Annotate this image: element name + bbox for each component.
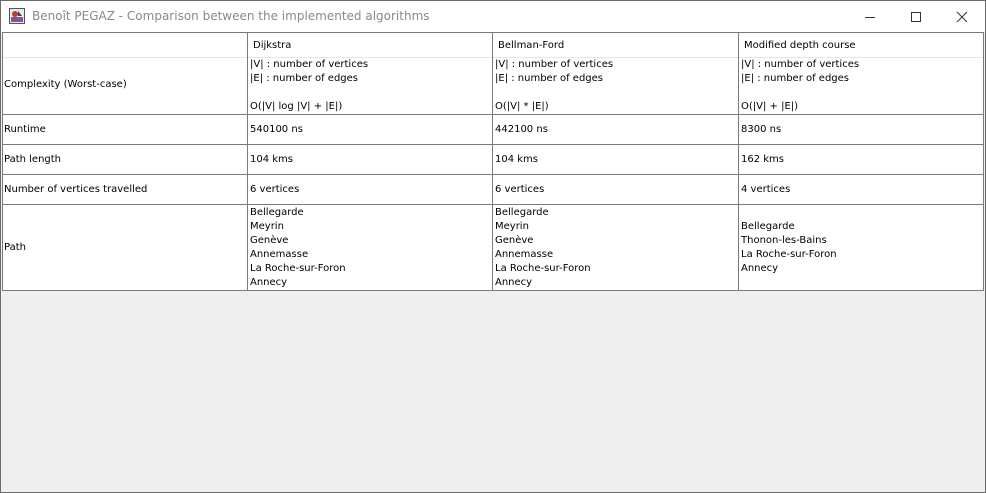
- path-step: Annecy: [495, 277, 533, 288]
- path-step: Genève: [495, 235, 534, 246]
- cell-line: |V| : number of vertices: [495, 59, 614, 70]
- table-cell-path-length-bellman-ford[interactable]: 104 kms: [493, 153, 738, 169]
- cell-line: |E| : number of edges: [495, 73, 604, 84]
- minimize-icon: [865, 16, 875, 18]
- maximize-icon: [911, 11, 921, 22]
- table-cell-path-bellman-ford[interactable]: Bellegarde Meyrin Genève Annemasse La Ro…: [493, 206, 738, 290]
- close-icon: [956, 11, 968, 22]
- table-cell-runtime-modified-depth[interactable]: 8300 ns: [739, 123, 983, 139]
- cell-line: |V| : number of vertices: [250, 59, 369, 70]
- title-bar[interactable]: Benoît PEGAZ - Comparison between the im…: [1, 1, 985, 32]
- cell-line: |V| : number of vertices: [741, 59, 860, 70]
- header-cell-empty[interactable]: [3, 33, 247, 57]
- comparison-table[interactable]: Dijkstra Bellman-Ford Modified depth cou…: [2, 32, 984, 291]
- path-step: Bellegarde: [250, 207, 304, 218]
- app-window: Benoît PEGAZ - Comparison between the im…: [0, 0, 986, 493]
- path-step: La Roche-sur-Foron: [495, 263, 591, 274]
- table-cell-complexity-modified-depth[interactable]: |V| : number of vertices |E| : number of…: [739, 58, 983, 114]
- row-label-path[interactable]: Path: [3, 241, 247, 257]
- cell-line: O(|V| log |V| + |E|): [250, 101, 343, 112]
- table-cell-path-dijkstra[interactable]: Bellegarde Meyrin Genève Annemasse La Ro…: [248, 206, 492, 290]
- path-step: La Roche-sur-Foron: [250, 263, 346, 274]
- cell-line: |E| : number of edges: [250, 73, 359, 84]
- cell-line: [495, 86, 738, 100]
- table-cell-complexity-bellman-ford[interactable]: |V| : number of vertices |E| : number of…: [493, 58, 738, 114]
- table-cell-vertices-dijkstra[interactable]: 6 vertices: [248, 183, 492, 199]
- path-step: Annecy: [250, 277, 288, 288]
- path-step: Meyrin: [250, 221, 284, 232]
- table-cell-vertices-modified-depth[interactable]: 4 vertices: [739, 183, 983, 199]
- header-cell-bellman-ford[interactable]: Bellman-Ford: [493, 33, 738, 57]
- table-cell-complexity-dijkstra[interactable]: |V| : number of vertices |E| : number of…: [248, 58, 492, 114]
- table-cell-path-length-modified-depth[interactable]: 162 kms: [739, 153, 983, 169]
- path-step: Annemasse: [495, 249, 554, 260]
- table-cell-path-length-dijkstra[interactable]: 104 kms: [248, 153, 492, 169]
- path-step: Annecy: [741, 263, 779, 274]
- path-step: Annemasse: [250, 249, 309, 260]
- row-label-runtime[interactable]: Runtime: [3, 123, 247, 139]
- table-cell-vertices-bellman-ford[interactable]: 6 vertices: [493, 183, 738, 199]
- minimize-button[interactable]: [847, 1, 893, 32]
- path-step: Bellegarde: [741, 221, 795, 232]
- header-cell-dijkstra[interactable]: Dijkstra: [248, 33, 492, 57]
- table-cell-path-modified-depth[interactable]: Bellegarde Thonon-les-Bains La Roche-sur…: [739, 220, 983, 280]
- row-label-complexity[interactable]: Complexity (Worst-case): [3, 78, 247, 94]
- java-app-icon: [9, 8, 25, 24]
- row-label-path-length[interactable]: Path length: [3, 153, 247, 169]
- path-step: Genève: [250, 235, 289, 246]
- window-title: Benoît PEGAZ - Comparison between the im…: [32, 9, 430, 23]
- path-step: La Roche-sur-Foron: [741, 249, 837, 260]
- cell-line: O(|V| * |E|): [495, 101, 549, 112]
- header-cell-modified-depth-course[interactable]: Modified depth course: [739, 33, 983, 57]
- path-step: Thonon-les-Bains: [741, 235, 827, 246]
- cell-line: O(|V| + |E|): [741, 101, 799, 112]
- table-cell-runtime-bellman-ford[interactable]: 442100 ns: [493, 123, 738, 139]
- close-button[interactable]: [939, 1, 985, 32]
- row-label-vertices-travelled[interactable]: Number of vertices travelled: [3, 183, 247, 199]
- cell-line: [250, 86, 492, 100]
- cell-line: |E| : number of edges: [741, 73, 850, 84]
- cell-line: [741, 86, 983, 100]
- path-step: Meyrin: [495, 221, 529, 232]
- path-step: Bellegarde: [495, 207, 549, 218]
- maximize-button[interactable]: [893, 1, 939, 32]
- empty-content-area: [2, 292, 984, 491]
- table-cell-runtime-dijkstra[interactable]: 540100 ns: [248, 123, 492, 139]
